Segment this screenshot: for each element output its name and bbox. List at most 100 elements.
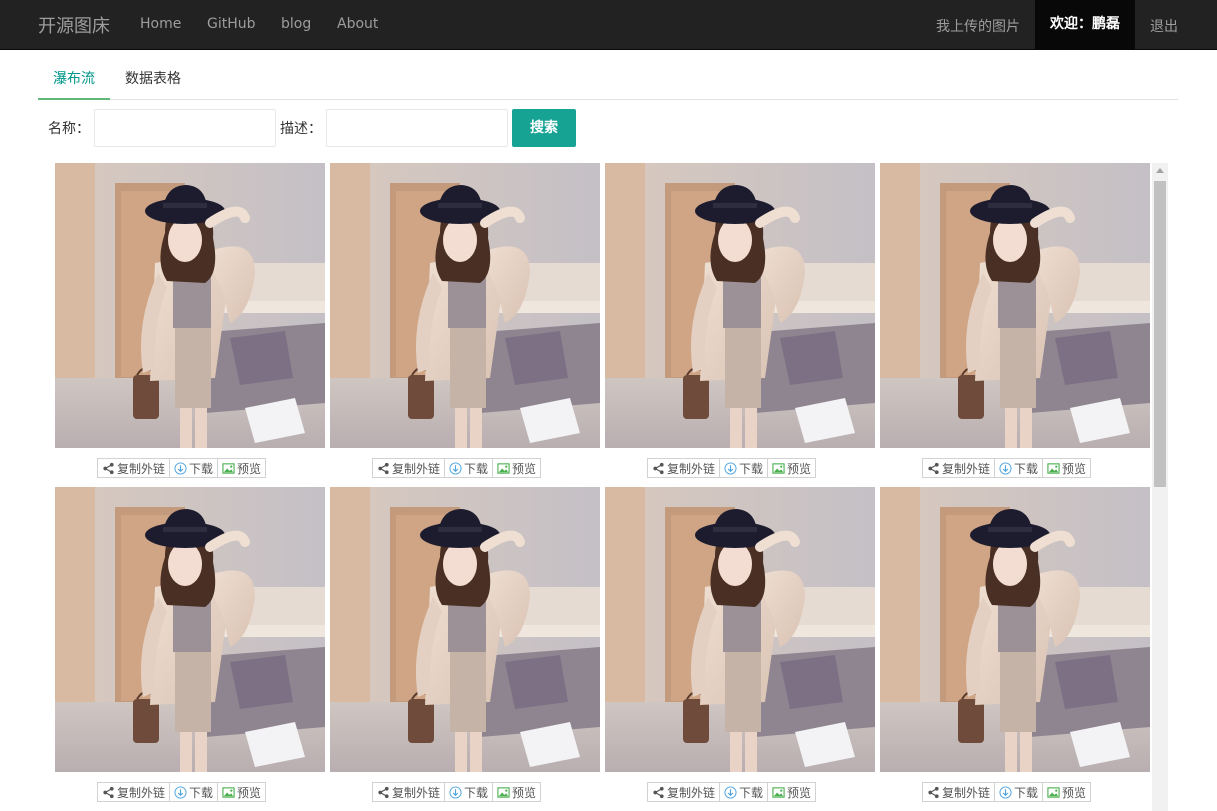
preview-label: 预览	[787, 785, 812, 800]
image-icon	[1047, 462, 1060, 474]
scrollbar-thumb[interactable]	[1154, 181, 1166, 487]
share-icon	[928, 462, 939, 474]
copy-link-label: 复制外链	[667, 785, 716, 800]
image-card: 复制外链 下载 预览	[605, 487, 875, 809]
view-tabs: 瀑布流 数据表格	[38, 60, 1178, 100]
copy-link-label: 复制外链	[117, 785, 166, 800]
share-icon	[103, 462, 114, 474]
image-thumbnail[interactable]	[330, 163, 600, 448]
nav-link-about[interactable]: About	[337, 16, 378, 32]
image-thumbnail[interactable]	[880, 487, 1150, 772]
share-icon	[378, 786, 389, 798]
image-icon	[497, 462, 510, 474]
image-thumbnail[interactable]	[605, 487, 875, 772]
desc-input[interactable]	[326, 109, 508, 147]
download-icon	[999, 461, 1012, 475]
preview-button[interactable]: 预览	[768, 783, 815, 801]
copy-link-button[interactable]: 复制外链	[923, 459, 996, 477]
download-icon	[999, 785, 1012, 799]
preview-label: 预览	[237, 461, 262, 476]
preview-label: 预览	[512, 785, 537, 800]
share-icon	[653, 786, 664, 798]
image-action-bar: 复制外链 下载 预览	[922, 458, 1092, 478]
copy-link-label: 复制外链	[667, 461, 716, 476]
image-thumbnail[interactable]	[55, 163, 325, 448]
download-button[interactable]: 下载	[995, 459, 1044, 477]
gallery-scrollbar[interactable]	[1152, 163, 1168, 811]
name-input[interactable]	[94, 109, 276, 147]
download-button[interactable]: 下载	[445, 459, 494, 477]
image-thumbnail[interactable]	[55, 487, 325, 772]
download-icon	[449, 461, 462, 475]
preview-label: 预览	[1062, 785, 1087, 800]
image-thumbnail[interactable]	[880, 163, 1150, 448]
preview-label: 预览	[512, 461, 537, 476]
copy-link-button[interactable]: 复制外链	[373, 459, 446, 477]
image-action-bar: 复制外链 下载 预览	[922, 782, 1092, 802]
image-icon	[1047, 786, 1060, 798]
preview-button[interactable]: 预览	[768, 459, 815, 477]
download-button[interactable]: 下载	[445, 783, 494, 801]
preview-button[interactable]: 预览	[1043, 459, 1090, 477]
brand-logo-text[interactable]: 开源图床	[38, 12, 110, 38]
nav-link-blog[interactable]: blog	[281, 16, 311, 32]
preview-button[interactable]: 预览	[218, 783, 265, 801]
nav-link-my-images[interactable]: 我上传的图片	[936, 16, 1020, 36]
image-action-bar: 复制外链 下载 预览	[97, 458, 267, 478]
preview-button[interactable]: 预览	[218, 459, 265, 477]
preview-label: 预览	[787, 461, 812, 476]
copy-link-label: 复制外链	[392, 461, 441, 476]
nav-link-github[interactable]: GitHub	[207, 16, 256, 32]
download-label: 下载	[1014, 461, 1039, 476]
image-card: 复制外链 下载 预览	[55, 487, 325, 809]
image-thumbnail[interactable]	[330, 487, 600, 772]
download-label: 下载	[739, 785, 764, 800]
nav-link-home[interactable]: Home	[140, 16, 181, 32]
image-action-bar: 复制外链 下载 预览	[647, 782, 817, 802]
download-button[interactable]: 下载	[170, 783, 219, 801]
download-button[interactable]: 下载	[720, 783, 769, 801]
image-icon	[772, 786, 785, 798]
download-label: 下载	[189, 785, 214, 800]
image-action-bar: 复制外链 下载 预览	[372, 458, 542, 478]
image-card: 复制外链 下载 预览	[330, 163, 600, 485]
share-icon	[103, 786, 114, 798]
preview-button[interactable]: 预览	[493, 783, 540, 801]
image-icon	[772, 462, 785, 474]
copy-link-button[interactable]: 复制外链	[923, 783, 996, 801]
image-thumbnail[interactable]	[605, 163, 875, 448]
download-icon	[724, 461, 737, 475]
tab-data-table[interactable]: 数据表格	[122, 60, 184, 100]
image-action-bar: 复制外链 下载 预览	[647, 458, 817, 478]
name-label: 名称：	[48, 121, 90, 137]
download-icon	[724, 785, 737, 799]
image-card: 复制外链 下载 预览	[880, 487, 1150, 809]
welcome-user[interactable]: 欢迎：鹏磊	[1035, 0, 1135, 50]
download-icon	[449, 785, 462, 799]
copy-link-button[interactable]: 复制外链	[648, 783, 721, 801]
logout-link[interactable]: 退出	[1150, 16, 1178, 36]
copy-link-button[interactable]: 复制外链	[98, 783, 171, 801]
share-icon	[653, 462, 664, 474]
preview-label: 预览	[237, 785, 262, 800]
download-button[interactable]: 下载	[995, 783, 1044, 801]
image-action-bar: 复制外链 下载 预览	[372, 782, 542, 802]
download-label: 下载	[189, 461, 214, 476]
image-card: 复制外链 下载 预览	[330, 487, 600, 809]
download-button[interactable]: 下载	[170, 459, 219, 477]
share-icon	[928, 786, 939, 798]
download-label: 下载	[739, 461, 764, 476]
copy-link-button[interactable]: 复制外链	[373, 783, 446, 801]
tab-waterfall[interactable]: 瀑布流	[38, 60, 110, 100]
copy-link-button[interactable]: 复制外链	[98, 459, 171, 477]
scroll-up-arrow-icon[interactable]	[1152, 163, 1168, 179]
download-button[interactable]: 下载	[720, 459, 769, 477]
download-label: 下载	[464, 461, 489, 476]
preview-button[interactable]: 预览	[1043, 783, 1090, 801]
copy-link-label: 复制外链	[942, 785, 991, 800]
preview-button[interactable]: 预览	[493, 459, 540, 477]
image-icon	[222, 786, 235, 798]
copy-link-button[interactable]: 复制外链	[648, 459, 721, 477]
image-icon	[222, 462, 235, 474]
search-button[interactable]: 搜索	[512, 109, 576, 147]
